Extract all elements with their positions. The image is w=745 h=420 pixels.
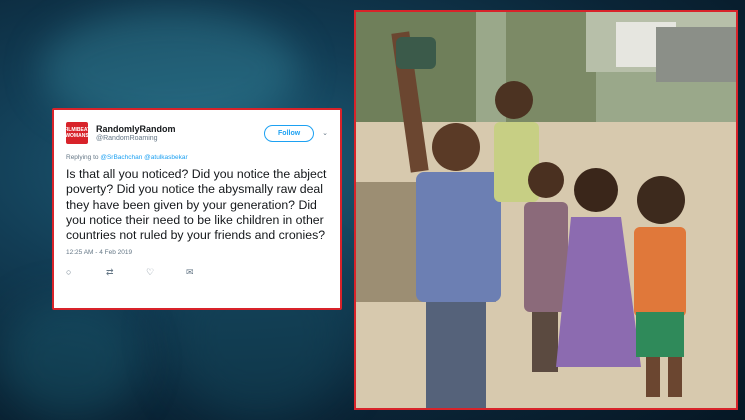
mention-link[interactable]: @atulkasbekar <box>144 154 187 161</box>
replying-to-label: Replying to <box>66 154 99 161</box>
children-selfie-photo <box>354 10 738 410</box>
mention-link[interactable]: @SrBachchan <box>100 154 142 161</box>
user-handle[interactable]: @RandomRoaming <box>96 135 264 142</box>
message-icon[interactable]: ✉ <box>186 267 226 278</box>
like-icon[interactable]: ♡ <box>146 267 186 278</box>
tweet-actions: ○ ⇄ ♡ ✉ <box>66 267 328 278</box>
follow-button[interactable]: Follow <box>264 124 315 142</box>
tweet-timestamp[interactable]: 12:25 AM - 4 Feb 2019 <box>66 249 328 256</box>
retweet-icon[interactable]: ⇄ <box>106 267 146 278</box>
photo-illustration <box>356 12 736 408</box>
chevron-down-icon[interactable]: ⌄ <box>322 129 328 137</box>
tweet-header: FILMIBEAT WOMANS RandomlyRandom @RandomR… <box>64 120 328 146</box>
background-glow <box>0 300 140 420</box>
account-avatar-logo[interactable]: FILMIBEAT WOMANS <box>64 122 90 144</box>
tweet-text: Is that all you noticed? Did you notice … <box>66 167 327 243</box>
reply-icon[interactable]: ○ <box>66 267 106 278</box>
account-names: RandomlyRandom @RandomRoaming <box>96 124 264 142</box>
tweet-card: FILMIBEAT WOMANS RandomlyRandom @RandomR… <box>52 108 342 310</box>
display-name[interactable]: RandomlyRandom <box>96 124 264 134</box>
replying-to-line: Replying to @SrBachchan @atulkasbekar <box>66 154 328 161</box>
